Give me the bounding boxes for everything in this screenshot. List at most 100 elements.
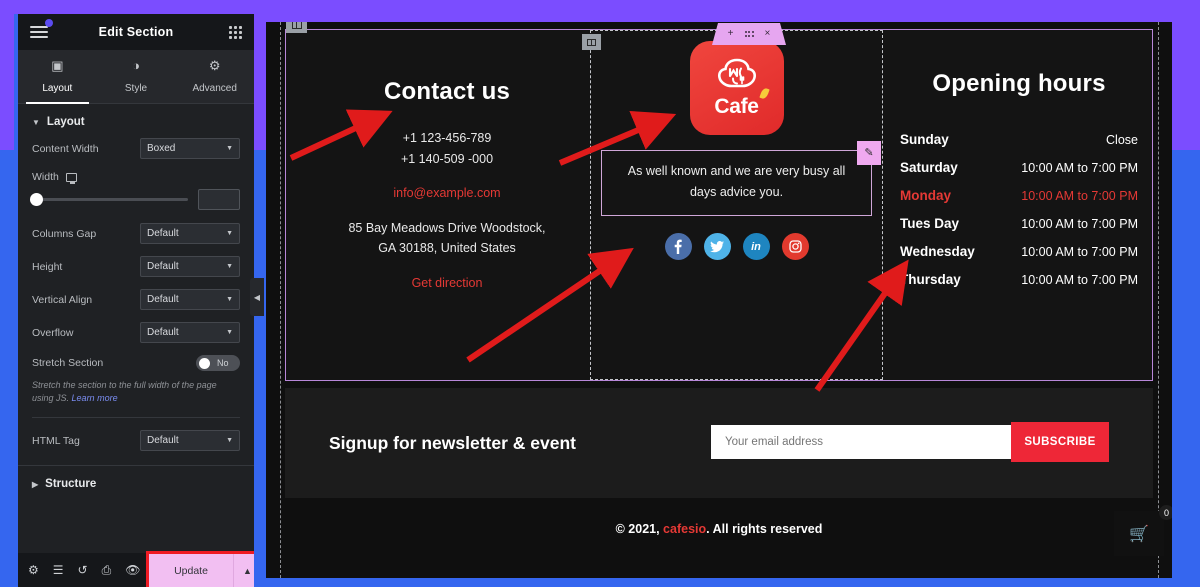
tab-layout-label: Layout	[42, 83, 73, 94]
panel-header: Edit Section	[18, 14, 254, 50]
settings-gear-icon[interactable]: ⚙	[28, 564, 39, 576]
overflow-value: Default	[147, 327, 179, 338]
content-width-value: Boxed	[147, 143, 176, 154]
chef-hat-monogram-icon	[717, 58, 756, 88]
tab-advanced[interactable]: ⚙ Advanced	[175, 50, 254, 103]
layout-section-label: Layout	[46, 116, 85, 128]
hours-time: 10:00 AM to 7:00 PM	[1021, 273, 1138, 287]
twitter-icon[interactable]	[703, 233, 731, 260]
chevron-down-icon: ▼	[226, 296, 233, 303]
height-select[interactable]: Default ▼	[140, 256, 240, 277]
hours-row-active[interactable]: Monday 10:00 AM to 7:00 PM	[886, 188, 1152, 203]
logo-column[interactable]: Cafe As well known and we are very busy …	[582, 30, 883, 380]
email-input[interactable]	[711, 424, 1011, 459]
app-frame: Edit Section ▣ Layout ◑ Style ⚙ Advanced…	[0, 0, 1200, 587]
stretch-helper-text: Stretch the section to the full width of…	[18, 379, 254, 405]
hours-day: Saturday	[900, 160, 958, 175]
hours-day: Wednesday	[900, 244, 975, 259]
update-button[interactable]: Update	[149, 554, 233, 587]
hours-time: 10:00 AM to 7:00 PM	[1021, 161, 1138, 175]
section-floating-toolbar: + ×	[712, 23, 786, 45]
hours-row[interactable]: Tues Day 10:00 AM to 7:00 PM	[886, 216, 1152, 231]
chevron-down-icon: ▼	[32, 117, 40, 127]
tab-style[interactable]: ◑ Style	[97, 50, 176, 103]
hours-row[interactable]: Thursday 10:00 AM to 7:00 PM	[886, 272, 1152, 287]
width-slider-knob[interactable]	[30, 193, 43, 206]
contact-column: Contact us +1 123-456-789 +1 140-509 -00…	[304, 30, 590, 380]
content-width-select[interactable]: Boxed ▼	[140, 138, 240, 159]
contact-email-link[interactable]: info@example.com	[304, 186, 590, 200]
chevron-down-icon: ▼	[226, 329, 233, 336]
facebook-icon[interactable]	[664, 233, 692, 260]
html-tag-value: Default	[147, 435, 179, 447]
html-tag-select[interactable]: Default ▼	[140, 430, 240, 452]
column-handle-icon[interactable]	[582, 34, 601, 50]
preview-eye-icon[interactable]: 👁	[125, 564, 140, 576]
subscribe-button[interactable]: SUBSCRIBE	[1011, 421, 1109, 462]
layout-section-header[interactable]: ▼ Layout	[18, 104, 254, 138]
hours-day: Thursday	[900, 272, 961, 287]
html-tag-label: HTML Tag	[32, 434, 80, 447]
chevron-down-icon: ▼	[226, 437, 233, 445]
vertical-align-select[interactable]: Default ▼	[140, 289, 240, 310]
contact-title: Contact us	[383, 78, 510, 105]
width-slider[interactable]	[30, 193, 188, 206]
linkedin-icon[interactable]: in	[742, 233, 770, 260]
stretch-section-toggle[interactable]: No	[196, 355, 240, 371]
responsive-icon[interactable]: ⎙	[102, 564, 112, 576]
control-content-width: Content Width Boxed ▼	[18, 138, 254, 159]
hours-row[interactable]: Saturday 10:00 AM to 7:00 PM	[886, 160, 1152, 175]
drag-grid-icon[interactable]	[745, 31, 754, 37]
hours-row[interactable]: Sunday Close	[886, 132, 1152, 147]
tab-advanced-label: Advanced	[192, 83, 237, 94]
selected-section[interactable]: + × Contact us +1 123-456-789 +1 140-509…	[285, 22, 1153, 381]
structure-section-header[interactable]: ▶ Structure	[18, 466, 254, 500]
brand-link[interactable]: cafesio	[663, 522, 706, 536]
hours-row[interactable]: Wednesday 10:00 AM to 7:00 PM	[886, 244, 1152, 259]
chevron-up-icon[interactable]: ▲	[233, 554, 254, 587]
monitor-icon[interactable]	[65, 172, 77, 184]
overflow-select[interactable]: Default ▼	[140, 322, 240, 343]
columns-gap-value: Default	[147, 228, 179, 239]
overflow-label: Overflow	[32, 326, 74, 339]
tab-layout[interactable]: ▣ Layout	[18, 50, 97, 104]
columns-gap-select[interactable]: Default ▼	[140, 223, 240, 244]
apps-grid-icon[interactable]	[229, 25, 242, 39]
height-value: Default	[147, 261, 179, 272]
chevron-down-icon: ▼	[226, 145, 233, 152]
add-section-icon[interactable]: +	[728, 29, 734, 39]
gear-icon: ⚙	[208, 58, 221, 73]
quote-text: As well known and we are very busy all d…	[627, 164, 846, 199]
cafe-logo: Cafe	[689, 41, 784, 135]
learn-more-link[interactable]: Learn more	[72, 393, 118, 403]
columns-icon: ▣	[51, 58, 64, 73]
panel-title: Edit Section	[98, 25, 174, 39]
copyright-suffix: . All rights reserved	[706, 522, 823, 536]
panel-tabs: ▣ Layout ◑ Style ⚙ Advanced	[18, 50, 254, 104]
editor-panel: Edit Section ▣ Layout ◑ Style ⚙ Advanced…	[14, 14, 254, 587]
width-number-input[interactable]	[198, 189, 240, 210]
content-width-label: Content Width	[32, 142, 99, 155]
structure-section: ▶ Structure	[18, 465, 254, 500]
leaf-accent-icon	[758, 87, 770, 100]
update-button-highlight: Update ▲	[146, 551, 254, 587]
newsletter-title: Signup for newsletter & event	[329, 432, 576, 453]
pencil-icon[interactable]: ✎	[857, 141, 881, 165]
hours-time: 10:00 AM to 7:00 PM	[1021, 189, 1138, 203]
instagram-icon[interactable]	[781, 233, 809, 260]
page-canvas: + × Contact us +1 123-456-789 +1 140-509…	[266, 22, 1172, 578]
hours-time: 10:00 AM to 7:00 PM	[1021, 217, 1138, 231]
control-stretch-section: Stretch Section No	[18, 355, 254, 371]
newsletter-section: Signup for newsletter & event SUBSCRIBE	[285, 388, 1153, 498]
layers-icon[interactable]: ☰	[53, 564, 64, 576]
history-icon[interactable]: ↺	[78, 564, 88, 576]
shopping-cart-button[interactable]: 🛒 0	[1114, 505, 1172, 556]
panel-footer: ⚙ ☰ ↺ ⎙ 👁 Update ▲	[18, 551, 254, 587]
hours-day: Sunday	[900, 132, 949, 147]
canvas-guide-left	[280, 22, 281, 578]
quote-text-widget[interactable]: As well known and we are very busy all d…	[601, 141, 881, 216]
social-icons-row: in	[591, 233, 882, 260]
close-icon[interactable]: ×	[765, 29, 771, 39]
get-direction-link[interactable]: Get direction	[304, 276, 590, 290]
panel-collapse-handle[interactable]: ◀	[250, 278, 264, 316]
